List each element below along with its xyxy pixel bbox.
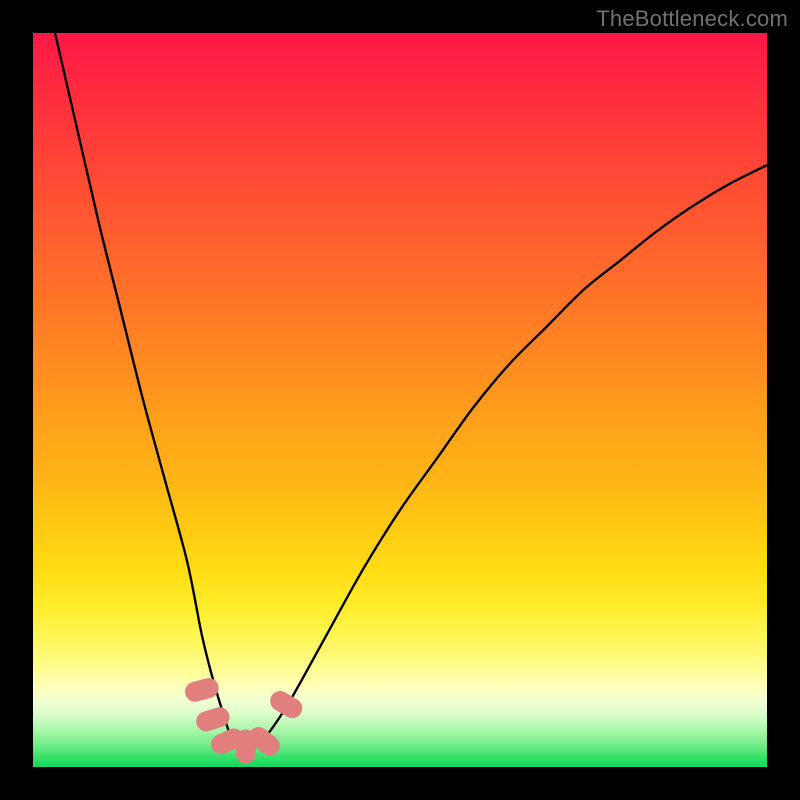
marker-2 [194,705,232,734]
marker-1 [183,676,221,704]
markers-group [183,676,306,764]
watermark-text: TheBottleneck.com [596,6,788,32]
chart-frame: TheBottleneck.com [0,0,800,800]
chart-svg [33,33,767,767]
marker-6 [267,687,306,722]
bottleneck-curve [55,33,767,752]
